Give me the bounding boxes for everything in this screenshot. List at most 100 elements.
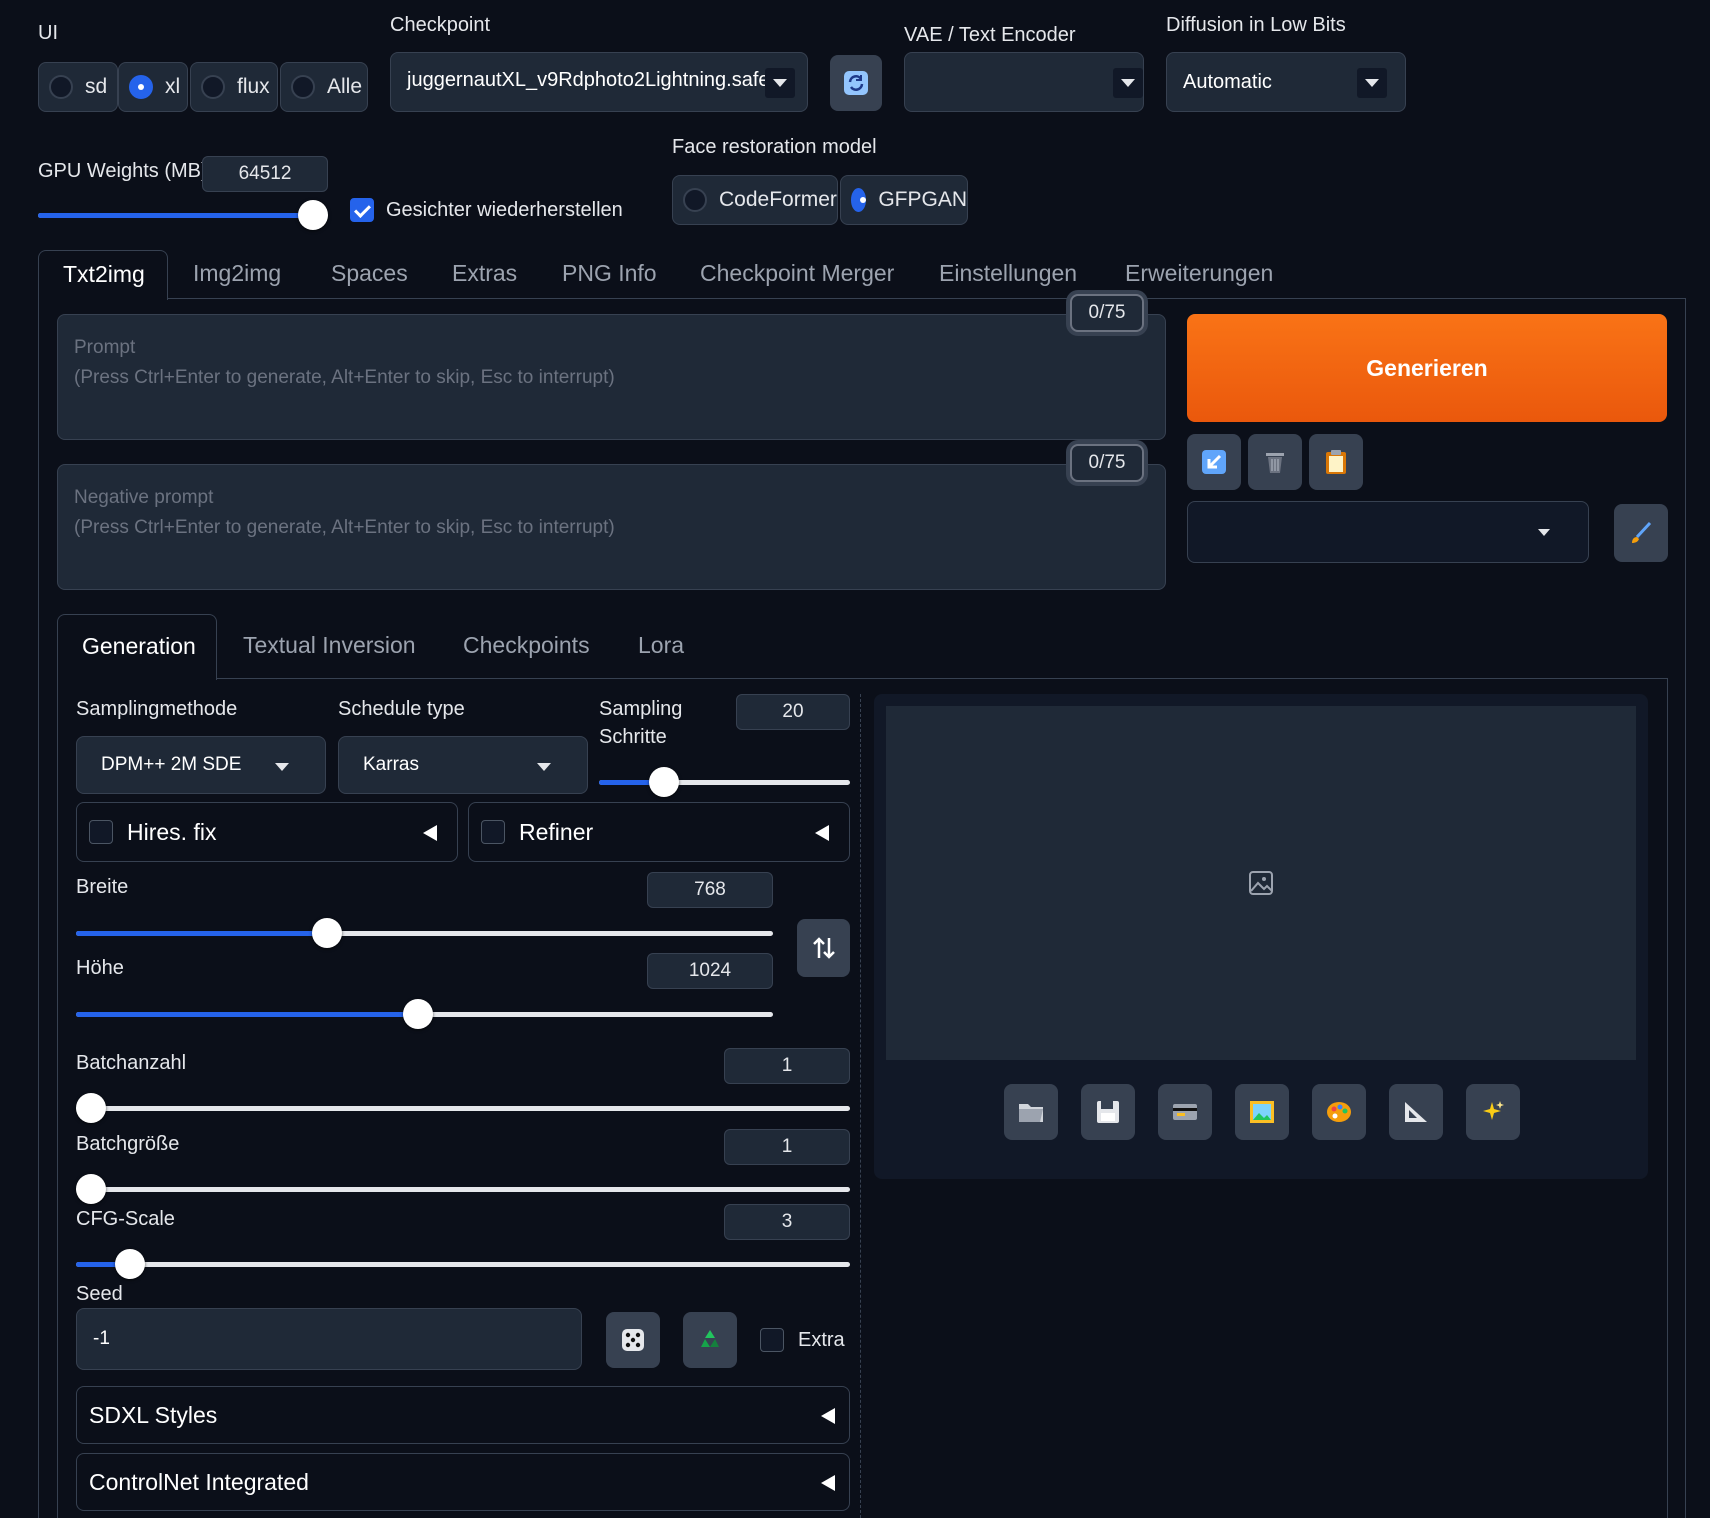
- clear-prompt-button[interactable]: [1248, 434, 1302, 490]
- tab-bar-divider: [168, 298, 1686, 299]
- checkpoint-dropdown[interactable]: juggernautXL_v9Rdphoto2Lightning.safe: [390, 52, 808, 112]
- gpu-weights-slider-thumb[interactable]: [298, 200, 328, 230]
- chevron-down-icon: [275, 763, 289, 771]
- width-input[interactable]: 768: [647, 872, 773, 908]
- steps-slider-thumb[interactable]: [649, 767, 680, 797]
- tab-checkpoint-merger[interactable]: Checkpoint Merger: [700, 260, 894, 287]
- save-button[interactable]: [1081, 1084, 1135, 1140]
- steps-label-2: Schritte: [599, 726, 667, 748]
- steps-input[interactable]: 20: [736, 694, 850, 730]
- refiner-checkbox[interactable]: [481, 820, 505, 844]
- upscale-button[interactable]: [1466, 1084, 1520, 1140]
- negative-prompt-textarea[interactable]: Negative prompt (Press Ctrl+Enter to gen…: [57, 464, 1166, 590]
- swap-dimensions-button[interactable]: [797, 919, 850, 977]
- subtab-generation[interactable]: Generation: [57, 614, 217, 680]
- tab-png-info[interactable]: PNG Info: [562, 260, 657, 287]
- ui-option-flux[interactable]: flux: [190, 62, 278, 112]
- controlnet-accordion[interactable]: ControlNet Integrated: [76, 1453, 850, 1511]
- tab-img2img[interactable]: Img2img: [193, 260, 281, 287]
- edit-styles-button[interactable]: [1614, 504, 1668, 562]
- random-seed-button[interactable]: [606, 1312, 660, 1368]
- height-slider-thumb[interactable]: [402, 999, 433, 1029]
- cfg-slider[interactable]: [76, 1262, 850, 1267]
- tab-txt2img[interactable]: Txt2img: [38, 250, 168, 300]
- gpu-weights-slider[interactable]: [38, 213, 328, 218]
- ui-option-xl[interactable]: xl: [118, 62, 188, 112]
- radio-selected-icon: [851, 188, 867, 212]
- styles-dropdown[interactable]: [1187, 501, 1589, 563]
- width-slider-thumb[interactable]: [311, 918, 342, 948]
- output-panel: [874, 694, 1648, 1179]
- cfg-label: CFG-Scale: [76, 1208, 175, 1230]
- main-panel-border-right: [1685, 298, 1686, 1518]
- clipboard-button[interactable]: [1309, 434, 1363, 490]
- refresh-button[interactable]: [830, 55, 882, 111]
- archive-icon: [1173, 1104, 1197, 1120]
- batch-size-slider[interactable]: [76, 1187, 850, 1192]
- radio-icon: [291, 75, 315, 99]
- schedule-dropdown[interactable]: Karras: [338, 736, 588, 794]
- chevron-down-icon: [537, 763, 551, 771]
- tab-spaces[interactable]: Spaces: [331, 260, 408, 287]
- batch-count-slider[interactable]: [76, 1106, 850, 1111]
- subtab-lora[interactable]: Lora: [638, 632, 684, 659]
- hires-fix-checkbox[interactable]: [89, 820, 113, 844]
- triangle-ruler-icon: [1405, 1102, 1427, 1122]
- clipboard-icon: [1326, 450, 1346, 474]
- chevron-down-icon: [1357, 68, 1387, 98]
- sampler-dropdown[interactable]: DPM++ 2M SDE: [76, 736, 326, 794]
- gpu-weights-input[interactable]: 64512: [202, 156, 328, 192]
- open-folder-button[interactable]: [1004, 1084, 1058, 1140]
- seed-input[interactable]: -1: [76, 1308, 582, 1370]
- subtab-textual-inversion[interactable]: Textual Inversion: [243, 632, 416, 659]
- ui-option-alle[interactable]: Alle: [280, 62, 368, 112]
- send-to-extras-button[interactable]: [1389, 1084, 1443, 1140]
- vae-dropdown[interactable]: [904, 52, 1144, 112]
- tab-erweiterungen[interactable]: Erweiterungen: [1125, 260, 1273, 287]
- batch-size-label: Batchgröße: [76, 1133, 180, 1155]
- zip-button[interactable]: [1158, 1084, 1212, 1140]
- batch-size-input[interactable]: 1: [724, 1129, 850, 1165]
- prompt-textarea[interactable]: Prompt (Press Ctrl+Enter to generate, Al…: [57, 314, 1166, 440]
- send-to-inpaint-button[interactable]: [1312, 1084, 1366, 1140]
- subtab-checkpoints[interactable]: Checkpoints: [463, 632, 590, 659]
- generate-button[interactable]: Generieren: [1187, 314, 1667, 422]
- negative-prompt-token-counter: 0/75: [1070, 444, 1144, 482]
- refiner-accordion[interactable]: Refiner: [468, 802, 850, 862]
- batch-size-slider-thumb[interactable]: [76, 1174, 106, 1204]
- palette-icon: [1327, 1102, 1351, 1122]
- restore-faces-checkbox[interactable]: Gesichter wiederherstellen: [350, 198, 623, 222]
- height-input[interactable]: 1024: [647, 953, 773, 989]
- collapse-arrow-icon: [423, 825, 437, 841]
- ui-option-sd[interactable]: sd: [38, 62, 118, 112]
- sdxl-styles-accordion[interactable]: SDXL Styles: [76, 1386, 850, 1444]
- subtab-divider: [216, 678, 1667, 679]
- diffusion-dropdown[interactable]: Automatic: [1166, 52, 1406, 112]
- hires-fix-accordion[interactable]: Hires. fix: [76, 802, 458, 862]
- extra-seed-checkbox[interactable]: Extra: [760, 1328, 845, 1352]
- checkpoint-label: Checkpoint: [390, 14, 491, 36]
- tab-einstellungen[interactable]: Einstellungen: [939, 260, 1077, 287]
- steps-slider[interactable]: [599, 780, 850, 785]
- read-params-button[interactable]: [1187, 434, 1241, 490]
- refresh-icon: [844, 71, 868, 95]
- main-panel-border: [38, 298, 39, 1518]
- collapse-arrow-icon: [821, 1475, 835, 1491]
- tab-extras[interactable]: Extras: [452, 260, 517, 287]
- picture-icon: [1250, 1101, 1274, 1123]
- face-model-label: Face restoration model: [672, 136, 877, 158]
- batch-count-input[interactable]: 1: [724, 1048, 850, 1084]
- checkbox-icon: [760, 1328, 784, 1352]
- image-preview-area[interactable]: [886, 706, 1636, 1060]
- batch-count-slider-thumb[interactable]: [76, 1093, 106, 1123]
- cfg-input[interactable]: 3: [724, 1204, 850, 1240]
- steps-label: Sampling: [599, 698, 683, 720]
- face-model-codeformer[interactable]: CodeFormer: [672, 175, 838, 225]
- radio-selected-icon: [129, 75, 153, 99]
- radio-icon: [49, 75, 73, 99]
- cfg-slider-thumb[interactable]: [115, 1249, 146, 1279]
- width-slider[interactable]: [76, 931, 773, 936]
- face-model-gfpgan[interactable]: GFPGAN: [840, 175, 968, 225]
- send-to-img2img-button[interactable]: [1235, 1084, 1289, 1140]
- reuse-seed-button[interactable]: [683, 1312, 737, 1368]
